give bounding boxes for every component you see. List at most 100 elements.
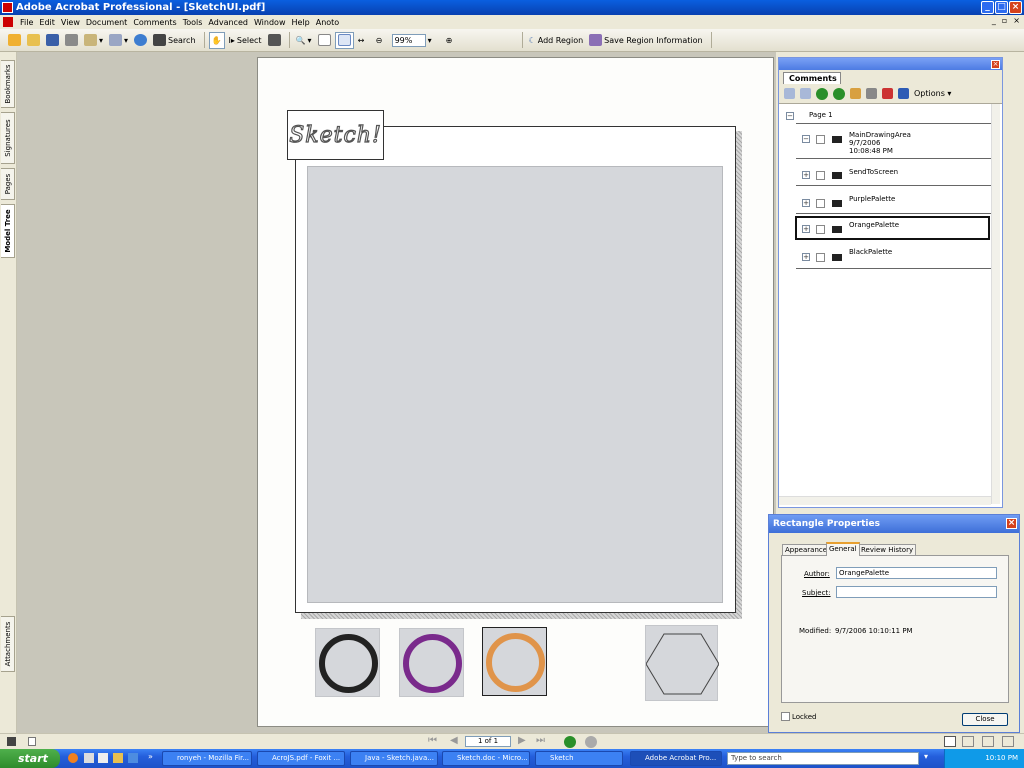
zoom-dropdown[interactable]: ▾ — [426, 32, 442, 49]
purple-palette[interactable] — [399, 628, 464, 697]
open-button[interactable] — [25, 32, 42, 49]
email-button[interactable]: ▾ — [82, 32, 105, 49]
select-tool-button[interactable]: I▸ Select — [227, 32, 264, 49]
comment-checkbox[interactable] — [816, 253, 825, 262]
comment-row-maindrawingarea[interactable]: − MainDrawingArea 9/7/2006 10:08:48 PM — [796, 126, 991, 159]
taskbar-item-foxit[interactable]: AcroJS.pdf - Foxit ... — [257, 751, 345, 766]
menu-edit[interactable]: Edit — [36, 18, 58, 27]
taskbar-search-input[interactable]: Type to search — [727, 752, 919, 765]
menu-document[interactable]: Document — [83, 18, 130, 27]
zoom-level-field[interactable]: 99% — [391, 33, 426, 47]
comments-scrollbar[interactable] — [991, 104, 1000, 504]
taskbar-item-sketch[interactable]: Sketch — [535, 751, 623, 766]
taskbar-item-word[interactable]: Sketch.doc - Micro... — [442, 751, 530, 766]
save-button[interactable] — [44, 32, 61, 49]
menu-help[interactable]: Help — [288, 18, 312, 27]
options-menu[interactable]: Options ▾ — [914, 89, 951, 98]
checkmark-icon[interactable] — [898, 88, 909, 99]
fit-page-button[interactable] — [334, 31, 354, 49]
menu-tools[interactable]: Tools — [180, 18, 206, 27]
menu-anoto[interactable]: Anoto — [313, 18, 342, 27]
quicklaunch-icon[interactable] — [128, 753, 138, 763]
trash-icon[interactable] — [866, 88, 877, 99]
hand-tool-button[interactable]: ✋ — [208, 31, 225, 49]
maximize-button[interactable]: □ — [995, 1, 1008, 14]
search-button[interactable]: Search — [151, 32, 197, 49]
main-drawing-area[interactable] — [307, 166, 723, 603]
author-field[interactable]: OrangePalette — [836, 567, 997, 579]
attach-button[interactable]: ▾ — [107, 32, 130, 49]
tab-comments[interactable]: Comments — [783, 72, 841, 84]
expand-icon[interactable]: + — [802, 225, 810, 233]
send-to-screen-button[interactable] — [645, 625, 720, 701]
comment-checkbox[interactable] — [816, 171, 825, 180]
menu-window[interactable]: Window — [251, 18, 289, 27]
minimize-button[interactable]: _ — [981, 1, 994, 14]
first-page-icon[interactable]: ⏮ — [428, 735, 437, 746]
previous-view-icon[interactable] — [564, 736, 576, 748]
facing-icon[interactable] — [982, 736, 994, 747]
next-comment-icon[interactable] — [816, 87, 828, 100]
add-region-button[interactable]: ☾ Add Region — [527, 32, 586, 49]
web-button[interactable] — [132, 32, 149, 49]
tab-pages[interactable]: Pages — [1, 168, 15, 200]
close-panel-button[interactable]: × — [991, 60, 1000, 69]
tab-model-tree[interactable]: Model Tree — [1, 204, 15, 258]
page-view-icon[interactable] — [7, 737, 16, 746]
previous-comment-icon[interactable] — [833, 87, 845, 100]
snapshot-tool-button[interactable] — [266, 32, 283, 49]
orange-palette[interactable] — [482, 627, 547, 696]
previous-page-icon[interactable]: ◀ — [450, 735, 458, 746]
collapse-icon[interactable]: − — [802, 135, 810, 143]
search-dropdown-icon[interactable]: ▾ — [924, 752, 928, 761]
page-number-field[interactable]: 1 of 1 — [465, 736, 511, 747]
tab-bookmarks[interactable]: Bookmarks — [1, 60, 15, 108]
page-layout-icon[interactable] — [28, 737, 36, 746]
menu-comments[interactable]: Comments — [130, 18, 179, 27]
tab-attachments[interactable]: Attachments — [1, 616, 15, 672]
menu-file[interactable]: File — [17, 18, 36, 27]
menu-advanced[interactable]: Advanced — [205, 18, 251, 27]
expand-icon[interactable]: + — [802, 199, 810, 207]
menu-view[interactable]: View — [58, 18, 83, 27]
expand-icon[interactable]: + — [802, 253, 810, 261]
start-button[interactable]: start — [0, 749, 60, 768]
tab-signatures[interactable]: Signatures — [1, 112, 15, 164]
quicklaunch-icon[interactable] — [84, 753, 94, 763]
close-window-button[interactable]: × — [1009, 1, 1022, 14]
comment-checkbox[interactable] — [816, 225, 825, 234]
comments-hscrollbar[interactable] — [779, 496, 991, 505]
subject-field[interactable] — [836, 586, 997, 598]
tab-general[interactable]: General — [826, 542, 860, 556]
black-palette[interactable] — [315, 628, 380, 697]
doc-minimize-button[interactable]: _ — [992, 16, 996, 25]
comments-panel-header[interactable]: × — [779, 58, 1002, 70]
doc-close-button[interactable]: × — [1013, 16, 1020, 25]
last-page-icon[interactable]: ⏭ — [536, 735, 545, 746]
taskbar-item-acrobat[interactable]: Adobe Acrobat Pro... — [630, 751, 722, 766]
taskbar-item-firefox[interactable]: ronyeh - Mozilla Fir... — [162, 751, 252, 766]
dialog-titlebar[interactable]: Rectangle Properties × — [769, 515, 1019, 533]
set-status-icon[interactable] — [882, 88, 893, 99]
firefox-quicklaunch-icon[interactable] — [68, 753, 78, 763]
taskbar-item-java[interactable]: Java - Sketch.java... — [350, 751, 438, 766]
create-pdf-button[interactable] — [6, 32, 23, 49]
save-region-button[interactable]: Save Region Information — [587, 32, 704, 49]
collapse-all-icon[interactable] — [800, 88, 811, 99]
zoom-tool-button[interactable]: 🔍 ▾ — [294, 32, 314, 49]
window-titlebar[interactable]: Adobe Acrobat Professional - [SketchUI.p… — [0, 0, 1024, 15]
doc-restore-button[interactable]: ▫ — [1002, 16, 1007, 25]
close-button[interactable]: Close — [962, 713, 1008, 726]
comment-row-orangepalette[interactable]: + OrangePalette — [795, 216, 990, 240]
reply-icon[interactable] — [850, 88, 861, 99]
comment-checkbox[interactable] — [816, 135, 825, 144]
zoom-in-button[interactable]: ⊕ — [444, 32, 460, 49]
next-page-icon[interactable]: ▶ — [518, 735, 526, 746]
comment-checkbox[interactable] — [816, 199, 825, 208]
clock[interactable]: 10:10 PM — [985, 754, 1018, 762]
locked-checkbox[interactable] — [781, 712, 790, 721]
expand-icon[interactable]: + — [802, 171, 810, 179]
continuous-facing-icon[interactable] — [1002, 736, 1014, 747]
comment-row-purplepalette[interactable]: + PurplePalette — [796, 189, 991, 214]
fit-width-button[interactable]: ↔ — [356, 32, 372, 49]
